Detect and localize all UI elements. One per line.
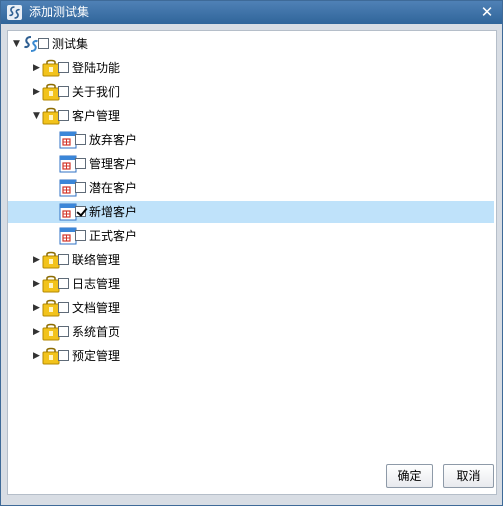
tree-node-label: 预定管理 <box>72 349 121 363</box>
tree-node-label: 正式客户 <box>89 229 138 243</box>
tree-node-label: 潜在客户 <box>89 181 138 195</box>
tree-module-item[interactable]: ▶ 关于我们 <box>8 81 494 103</box>
tree-node-checkbox[interactable] <box>58 350 69 361</box>
tree-node-label: 客户管理 <box>72 109 121 123</box>
tree-node-label: 放弃客户 <box>89 133 138 147</box>
tree-module-item[interactable]: ▶ 联络管理 <box>8 249 494 271</box>
tree-node-checkbox[interactable] <box>58 278 69 289</box>
tree-leaf-item[interactable]: 潜在客户 <box>8 177 494 199</box>
tree-node-label: 联络管理 <box>72 253 121 267</box>
dialog-title: 添加测试集 <box>29 5 90 19</box>
tree-node-label: 管理客户 <box>89 157 138 171</box>
tree-module-item[interactable]: ▶ 系统首页 <box>8 321 494 343</box>
app-logo-icon <box>7 5 22 20</box>
tree-node-label: 登陆功能 <box>72 61 121 75</box>
expand-arrow-icon[interactable]: ▶ <box>32 81 41 103</box>
collapse-arrow-icon[interactable]: ▼ <box>12 33 21 55</box>
tree-module-item[interactable]: ▶ 登陆功能 <box>8 57 494 79</box>
tree-node-label: 关于我们 <box>72 85 121 99</box>
tree-module-item[interactable]: ▶ 预定管理 <box>8 345 494 367</box>
expand-arrow-icon[interactable]: ▶ <box>32 57 41 79</box>
collapse-arrow-icon[interactable]: ▼ <box>32 105 41 127</box>
tree-node-label: 新增客户 <box>89 205 138 219</box>
dialog-titlebar[interactable]: 添加测试集 ✕ <box>1 1 502 24</box>
test-set-tree: ▼ 测试集 ▶ 登陆功能 ▶ 关于我们 ▼ 客户管理放弃客户管理客户潜在客户新增客户正式客户 ▶… <box>7 30 497 458</box>
expand-arrow-icon[interactable]: ▶ <box>32 321 41 343</box>
ok-button[interactable]: 确定 <box>386 464 433 488</box>
tree-module-item[interactable]: ▶ 文档管理 <box>8 297 494 319</box>
dialog-footer: 确定 取消 <box>7 457 497 495</box>
tree-leaf-item[interactable]: 新增客户 <box>8 201 494 223</box>
add-test-set-dialog: 添加测试集 ✕ ▼ 测试集 ▶ 登陆功能 ▶ 关于我们 ▼ 客户管理放弃客户管理客户潜在客户新… <box>0 0 503 506</box>
tree-node-checkbox[interactable] <box>75 158 86 169</box>
tree-node-checkbox[interactable] <box>38 38 49 49</box>
tree-leaf-item[interactable]: 放弃客户 <box>8 129 494 151</box>
cancel-button[interactable]: 取消 <box>443 464 494 488</box>
tree-node-checkbox[interactable] <box>58 86 69 97</box>
tree-node-checkbox[interactable] <box>58 326 69 337</box>
tree-module-item[interactable]: ▶ 日志管理 <box>8 273 494 295</box>
close-icon[interactable]: ✕ <box>480 1 494 24</box>
tree-node-label: 文档管理 <box>72 301 121 315</box>
tree-node-checkbox[interactable] <box>58 302 69 313</box>
tree-leaf-item[interactable]: 管理客户 <box>8 153 494 175</box>
tree-node-label: 日志管理 <box>72 277 121 291</box>
tree-leaf-item[interactable]: 正式客户 <box>8 225 494 247</box>
tree-node-checkbox[interactable] <box>58 110 69 121</box>
tree-node-checkbox[interactable] <box>75 134 86 145</box>
expand-arrow-icon[interactable]: ▶ <box>32 273 41 295</box>
tree-node-label: 系统首页 <box>72 325 121 339</box>
tree-node-checkbox[interactable] <box>58 254 69 265</box>
expand-arrow-icon[interactable]: ▶ <box>32 249 41 271</box>
expand-arrow-icon[interactable]: ▶ <box>32 297 41 319</box>
tree-root[interactable]: ▼ 测试集 <box>8 33 494 55</box>
tree-node-checkbox[interactable] <box>75 182 86 193</box>
tree-module-item[interactable]: ▼ 客户管理 <box>8 105 494 127</box>
tree-node-checkbox[interactable] <box>58 62 69 73</box>
tree-node-label: 测试集 <box>52 37 89 51</box>
tree-node-checkbox[interactable] <box>75 230 86 241</box>
expand-arrow-icon[interactable]: ▶ <box>32 345 41 367</box>
tree-node-checkbox[interactable] <box>75 206 86 217</box>
